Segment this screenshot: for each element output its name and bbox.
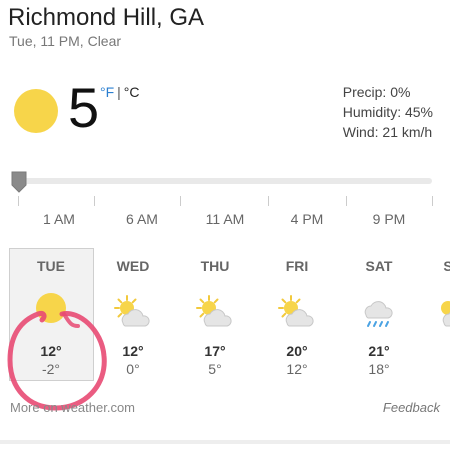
partly-cloudy-icon <box>257 293 337 333</box>
hour-label: 9 PM <box>372 211 406 227</box>
hour-label: 1 AM <box>43 211 75 227</box>
rain-icon <box>339 293 419 333</box>
day-low: 12° <box>286 361 308 377</box>
tick <box>346 196 347 206</box>
precip-stat: Precip: 0% <box>342 84 411 100</box>
celsius-toggle[interactable]: °C <box>124 84 140 100</box>
sun-icon <box>11 293 91 333</box>
humidity-stat: Humidity: 45% <box>342 104 433 120</box>
fahrenheit-toggle[interactable]: °F <box>100 84 114 100</box>
day-sun-partial[interactable]: S <box>408 258 450 333</box>
tick <box>18 196 19 206</box>
sun-icon <box>14 89 58 133</box>
time-slider-handle[interactable] <box>10 171 28 193</box>
day-high: 12° <box>122 343 144 359</box>
day-thu[interactable]: THU 17° 5° <box>175 258 255 377</box>
day-low: -2° <box>41 361 61 377</box>
time-ticks <box>0 196 450 210</box>
partly-cloudy-icon <box>408 293 450 333</box>
day-name: SAT <box>365 258 393 274</box>
tick <box>180 196 181 206</box>
hour-label: 4 PM <box>290 211 324 227</box>
day-low: 0° <box>126 361 140 377</box>
day-name: THU <box>200 258 230 274</box>
day-high: 17° <box>204 343 226 359</box>
wind-stat: Wind: 21 km/h <box>342 124 433 140</box>
day-fri[interactable]: FRI 20° 12° <box>257 258 337 377</box>
tick <box>268 196 269 206</box>
day-high: 20° <box>286 343 308 359</box>
day-name: FRI <box>285 258 309 274</box>
unit-separator: | <box>117 84 121 100</box>
day-low: 18° <box>368 361 390 377</box>
hour-label: 6 AM <box>126 211 158 227</box>
card-bottom-divider <box>0 440 450 444</box>
more-on-weather-link[interactable]: More on weather.com <box>10 400 135 415</box>
day-name: S <box>443 258 450 274</box>
tick <box>94 196 95 206</box>
tick <box>432 196 433 206</box>
current-conditions: Tue, 11 PM, Clear <box>9 33 122 49</box>
day-low: 5° <box>208 361 222 377</box>
hour-label: 11 AM <box>205 211 245 227</box>
weather-card: Richmond Hill, GA Tue, 11 PM, Clear 5 °F… <box>0 0 450 450</box>
day-name: WED <box>116 258 150 274</box>
day-sat[interactable]: SAT 21° 18° <box>339 258 419 377</box>
day-tue[interactable]: TUE 12° -2° <box>11 258 91 377</box>
partly-cloudy-icon <box>93 293 173 333</box>
unit-toggle: °F | °C <box>100 84 140 100</box>
feedback-link[interactable]: Feedback <box>383 400 440 415</box>
weather-stats: Precip: 0% Humidity: 45% Wind: 21 km/h <box>343 82 433 142</box>
day-high: 21° <box>368 343 390 359</box>
day-wed[interactable]: WED 12° 0° <box>93 258 173 377</box>
partly-cloudy-icon <box>175 293 255 333</box>
time-slider-track[interactable] <box>18 178 432 184</box>
current-temperature: 5 <box>68 76 100 139</box>
day-name: TUE <box>37 258 65 274</box>
day-high: 12° <box>40 343 62 359</box>
location-title: Richmond Hill, GA <box>8 4 205 31</box>
